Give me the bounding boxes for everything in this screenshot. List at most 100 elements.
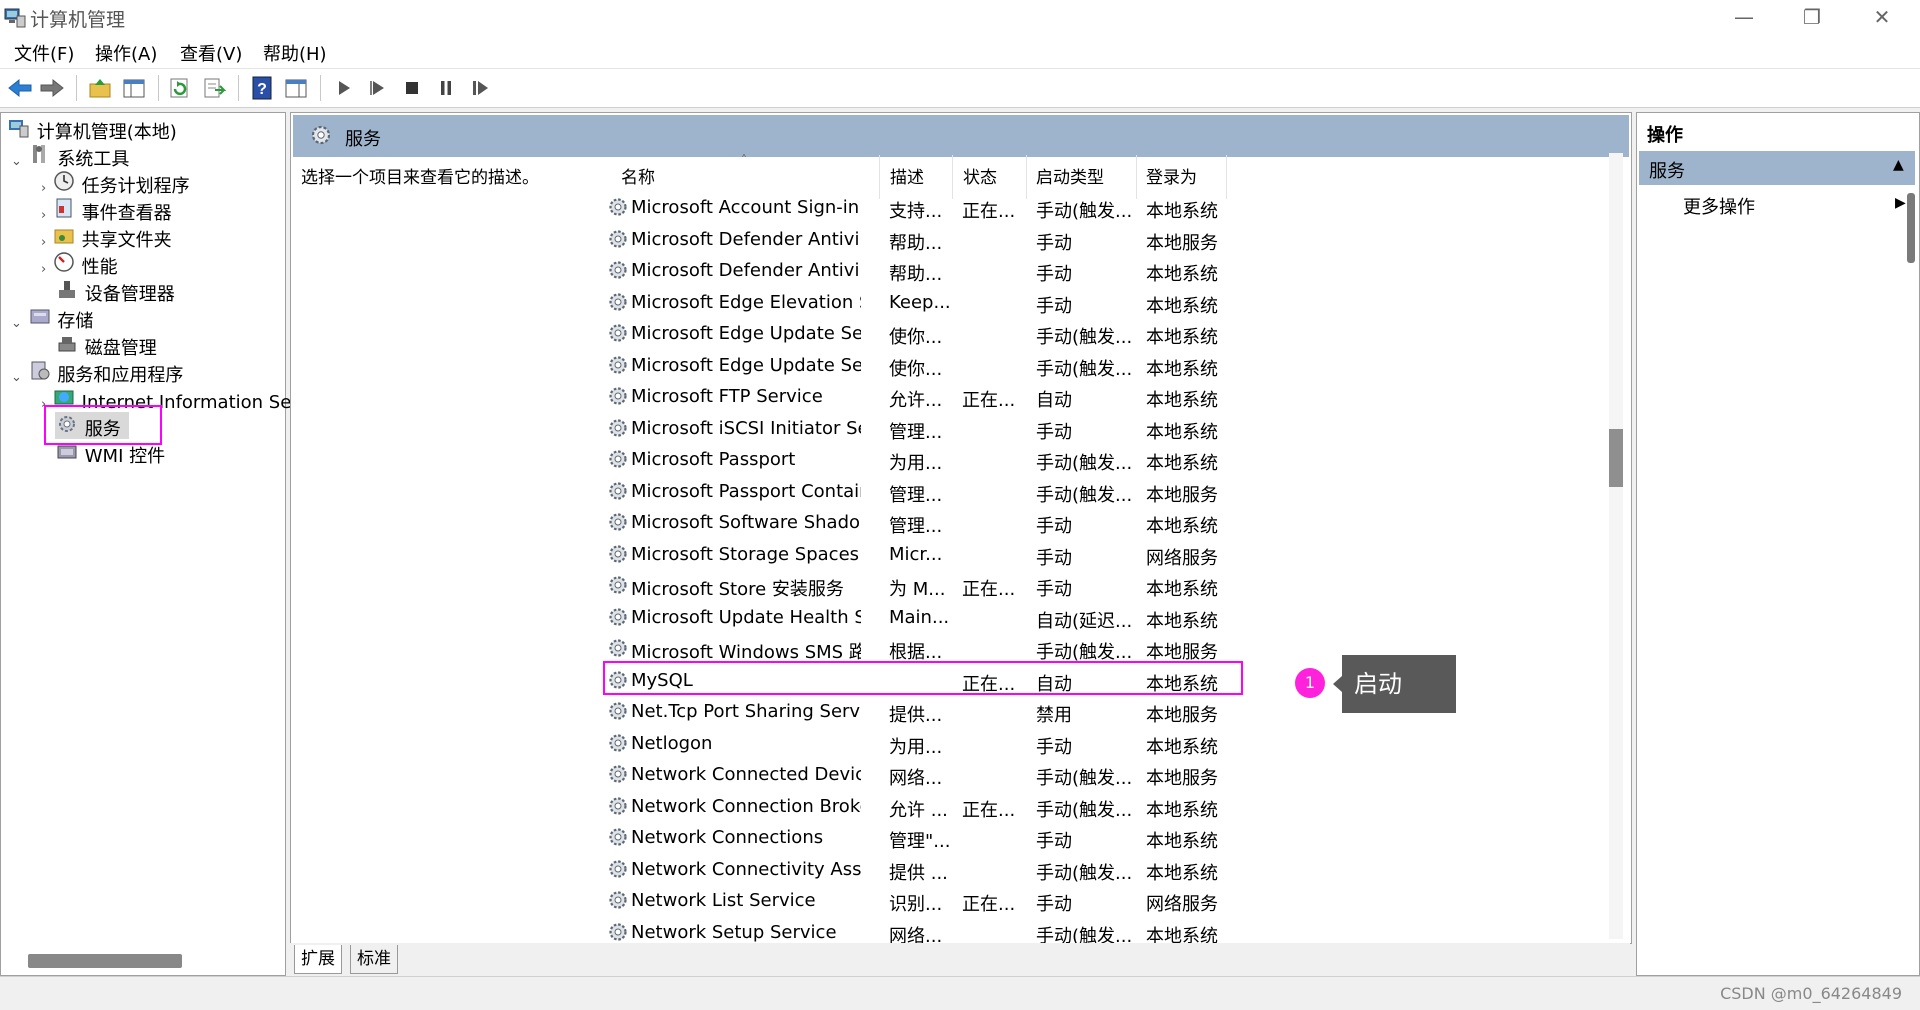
table-row[interactable]: Microsoft Storage Spaces S... Micr... 手动 网络… xyxy=(601,540,1601,572)
panel-header-title: 服务 xyxy=(345,129,381,150)
column-header-logon[interactable]: 登录为 xyxy=(1146,163,1197,188)
gear-icon xyxy=(607,385,629,412)
table-row[interactable]: Microsoft Edge Elevation S... Keep... 手动 本地… xyxy=(601,288,1601,320)
service-name: Microsoft Update Health S... xyxy=(631,606,861,628)
stop-service-button[interactable] xyxy=(398,74,426,102)
tree-node-task-scheduler[interactable]: › 任务计划程序 xyxy=(41,169,190,197)
computer-management-icon xyxy=(4,6,26,28)
column-header-description[interactable]: 描述 xyxy=(890,163,924,188)
menu-file[interactable]: 文件(F) xyxy=(14,40,74,66)
menu-help[interactable]: 帮助(H) xyxy=(263,40,327,66)
table-row[interactable]: Microsoft iSCSI Initiator Ser... 管理... 手动 本… xyxy=(601,414,1601,446)
back-button[interactable] xyxy=(6,74,34,102)
tree-node-storage[interactable]: ⌄ 存储 xyxy=(11,304,93,332)
more-actions-link[interactable]: 更多操作 xyxy=(1683,193,1755,219)
pause-service-button[interactable] xyxy=(432,74,460,102)
tree-node-shared-folders[interactable]: › 共享文件夹 xyxy=(41,223,172,251)
collapse-up-icon[interactable]: ▲ xyxy=(1893,157,1904,173)
table-row[interactable]: Microsoft Edge Update Ser... 使你... 手动(触发..… xyxy=(601,351,1601,383)
service-startup-type: 手动(触发... xyxy=(1036,201,1133,222)
column-header-status[interactable]: 状态 xyxy=(963,163,997,188)
table-row[interactable]: Microsoft Account Sign-in ... 支持... 正在... 手… xyxy=(601,193,1601,225)
menu-bar: 文件(F) 操作(A) 查看(V) 帮助(H) xyxy=(0,34,1920,69)
table-row[interactable]: Netlogon 为用... 手动 本地系统 xyxy=(601,729,1601,761)
chevron-right-icon[interactable]: › xyxy=(41,208,46,223)
tree-node-disk-management[interactable]: 磁盘管理 xyxy=(55,331,157,359)
minimize-button[interactable]: — xyxy=(1710,2,1778,32)
service-description: 管理... xyxy=(889,421,943,443)
export-list-button[interactable] xyxy=(200,74,228,102)
table-row[interactable]: Network Connectivity Assis... 提供 ... 手动(触发… xyxy=(601,855,1601,887)
table-row[interactable]: Microsoft Defender Antivir... 帮助... 手动 本地服务 xyxy=(601,225,1601,257)
table-row[interactable]: Microsoft Defender Antivir... 帮助... 手动 本地系统 xyxy=(601,256,1601,288)
gear-icon xyxy=(607,354,629,381)
chevron-down-icon[interactable]: ⌄ xyxy=(11,370,22,385)
storage-icon xyxy=(28,304,52,328)
service-description: 帮助... xyxy=(889,264,943,285)
service-logon-as: 本地系统 xyxy=(1146,610,1218,632)
table-row[interactable]: Microsoft Update Health S... Main... 自动(延迟… xyxy=(601,603,1601,635)
tree-node-device-manager[interactable]: 设备管理器 xyxy=(55,277,175,305)
menu-view[interactable]: 查看(V) xyxy=(180,40,242,66)
start-alt-icon xyxy=(370,81,384,95)
vertical-scrollbar-thumb[interactable] xyxy=(1609,429,1623,487)
service-startup-type: 手动 xyxy=(1036,232,1072,254)
menu-action[interactable]: 操作(A) xyxy=(95,40,157,66)
tree-node-root[interactable]: 计算机管理(本地) xyxy=(7,115,177,143)
tree-horizontal-scrollbar[interactable] xyxy=(28,954,182,968)
table-row[interactable]: Network List Service 识别... 正在... 手动 网络服务 xyxy=(601,886,1601,918)
tree-node-performance[interactable]: › 性能 xyxy=(41,250,118,278)
clock-icon xyxy=(52,169,76,193)
actions-section-services[interactable]: 服务 ▲ xyxy=(1639,151,1915,185)
maximize-button[interactable]: ❐ xyxy=(1778,2,1846,32)
table-row[interactable]: Network Connection Broker 允许 ... 正在... 手动(触… xyxy=(601,792,1601,824)
chevron-right-icon[interactable]: › xyxy=(41,181,46,196)
chevron-down-icon[interactable]: ⌄ xyxy=(11,154,22,169)
column-header-startup-type[interactable]: 启动类型 xyxy=(1036,163,1104,188)
chevron-right-icon[interactable]: › xyxy=(41,262,46,277)
table-row[interactable]: Microsoft Software Shado... 管理... 手动 本地系统 xyxy=(601,508,1601,540)
start-alt-button[interactable] xyxy=(364,74,392,102)
tree-node-event-viewer[interactable]: › 事件查看器 xyxy=(41,196,172,224)
console-tree-button[interactable] xyxy=(282,74,310,102)
performance-icon xyxy=(52,250,76,274)
service-logon-as: 本地系统 xyxy=(1146,516,1218,537)
table-row[interactable]: Microsoft FTP Service 允许... 正在... 自动 本地系统 xyxy=(601,382,1601,414)
close-button[interactable]: ✕ xyxy=(1848,2,1916,32)
minimize-icon: — xyxy=(1734,5,1754,29)
table-row[interactable]: Microsoft Passport 为用... 手动(触发... 本地系统 xyxy=(601,445,1601,477)
service-logon-as: 本地系统 xyxy=(1146,862,1218,884)
tree-label: 设备管理器 xyxy=(84,284,175,305)
tab-standard[interactable]: 标准 xyxy=(350,945,398,974)
gear-icon xyxy=(607,763,629,790)
tab-extended[interactable]: 扩展 xyxy=(294,945,342,974)
forward-button[interactable] xyxy=(38,74,66,102)
service-name: Microsoft Passport Container xyxy=(631,480,861,502)
show-hide-tree-button[interactable] xyxy=(120,74,148,102)
service-startup-type: 手动(触发... xyxy=(1036,453,1133,474)
service-logon-as: 本地服务 xyxy=(1146,232,1218,254)
vertical-scrollbar-track[interactable] xyxy=(1609,153,1623,939)
service-name: Microsoft Defender Antivir... xyxy=(631,228,861,250)
resume-service-button[interactable] xyxy=(466,74,494,102)
table-row[interactable]: Network Connections 管理"... 手动 本地系统 xyxy=(601,823,1601,855)
service-name: Microsoft Software Shado... xyxy=(631,512,861,533)
window-title: 计算机管理 xyxy=(30,9,126,31)
tree-node-system-tools[interactable]: ⌄ 系统工具 xyxy=(11,142,129,170)
refresh-button[interactable] xyxy=(166,74,194,102)
service-logon-as: 本地系统 xyxy=(1146,799,1218,821)
start-service-button[interactable] xyxy=(330,74,358,102)
table-row[interactable]: Network Setup Service 网络... 手动(触发... 本地系统 xyxy=(601,918,1601,943)
chevron-right-icon[interactable]: › xyxy=(41,235,46,250)
table-row[interactable]: Network Connected Devic... 网络... 手动(触发... 本… xyxy=(601,760,1601,792)
gear-icon xyxy=(607,417,629,444)
table-row[interactable]: Microsoft Passport Container 管理... 手动(触发..… xyxy=(601,477,1601,509)
table-row[interactable]: Microsoft Store 安装服务 为 M... 正在... 手动 本地系统 xyxy=(601,571,1601,603)
up-folder-button[interactable] xyxy=(86,74,114,102)
tree-node-services-apps[interactable]: ⌄ 服务和应用程序 xyxy=(11,358,183,386)
table-row[interactable]: Microsoft Edge Update Ser... 使你... 手动(触发..… xyxy=(601,319,1601,351)
help-button[interactable]: ? xyxy=(248,74,276,102)
column-header-name[interactable]: 名称 xyxy=(621,163,655,188)
chevron-down-icon[interactable]: ⌄ xyxy=(11,316,22,331)
actions-scrollbar-thumb[interactable] xyxy=(1907,193,1915,263)
